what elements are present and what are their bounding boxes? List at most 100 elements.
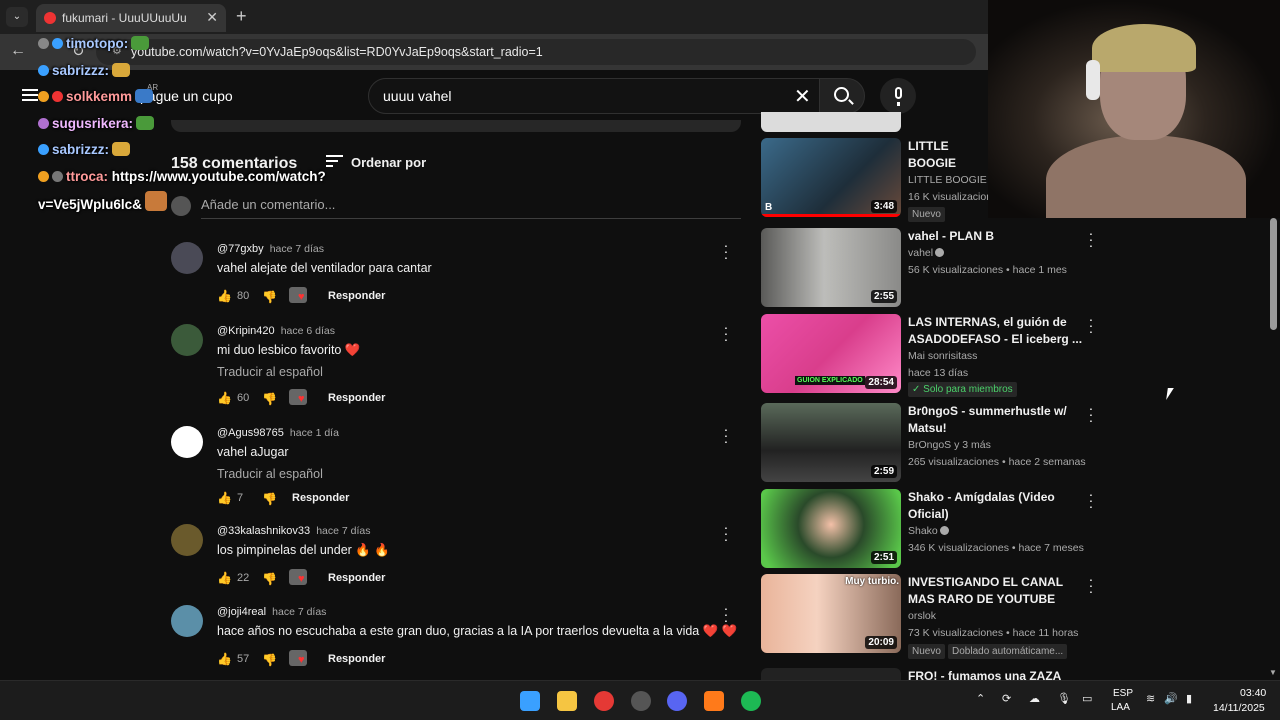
sort-button[interactable]: Ordenar por [351,155,426,170]
translate-link[interactable]: Traducir al español [217,365,323,379]
battery-icon[interactable]: ▮ [1186,692,1192,705]
video-thumbnail[interactable] [761,112,901,132]
video-title[interactable]: LITTLE BOOGIE BOHÍO (VIDEOC [908,138,990,172]
video-item[interactable]: 2:55 vahel - PLAN B vahel 56 K visualiza… [761,226,1101,308]
like-icon[interactable]: 👍 [217,653,232,665]
video-channel[interactable]: LITTLE BOOGIE [908,174,998,186]
avatar[interactable] [171,524,203,556]
url-text[interactable]: youtube.com/watch?v=0YvJaEp9oqs&list=RD0… [131,45,543,59]
video-title[interactable]: FRO! - fumamos una ZAZA [908,668,1088,680]
close-tab-icon[interactable]: ✕ [206,9,218,26]
video-thumbnail[interactable]: 2:51 [761,489,901,568]
video-title[interactable]: INVESTIGANDO EL CANAL MAS RARO DE YOUTUB… [908,574,1088,608]
add-comment-input[interactable]: Añade un comentario... [201,197,741,219]
comment-author[interactable]: @joji4real hace 7 días [217,606,326,618]
video-item[interactable]: 2:51 Shako - Amígdalas (Video Oficial) S… [761,487,1101,569]
reply-button[interactable]: Responder [328,653,385,665]
chrome-icon[interactable] [594,691,614,711]
comment-author[interactable]: @Kripin420 hace 6 días [217,325,335,337]
windows-start-icon[interactable] [520,691,540,711]
dislike-icon[interactable]: 👎 [262,572,277,586]
more-options-icon[interactable]: · · · [1087,226,1095,252]
discord-icon[interactable] [667,691,687,711]
video-title[interactable]: vahel - PLAN B [908,228,1088,245]
video-thumbnail[interactable]: GUION EXPLICADO 28:54 [761,314,901,393]
video-item[interactable]: GUION EXPLICADO 28:54 LAS INTERNAS, el g… [761,312,1101,397]
file-explorer-icon[interactable] [557,691,577,711]
creator-heart-icon [289,389,307,405]
video-item[interactable]: Muy turbio. 20:09 INVESTIGANDO EL CANAL … [761,572,1101,659]
more-options-icon[interactable]: · · · [719,320,733,346]
clock-time[interactable]: 03:40 [1240,687,1266,699]
video-channel[interactable]: Shako [908,525,949,537]
like-icon[interactable]: 👍 [217,572,232,584]
volume-icon[interactable]: 🔊 [1164,692,1178,705]
like-icon[interactable]: 👍 [217,492,232,504]
dislike-icon[interactable]: 👎 [262,392,277,406]
display-icon[interactable]: ▭ [1082,692,1092,705]
video-item[interactable]: FRO! - fumamos una ZAZA [761,668,1101,680]
sort-icon[interactable] [326,155,343,167]
video-channel[interactable]: Mai sonrisitass [908,350,977,362]
tab-search-icon[interactable]: ⌄ [6,7,28,27]
input-language[interactable]: ESP [1113,688,1133,699]
video-thumbnail[interactable]: B 3:48 [761,138,901,217]
hamburger-menu-icon[interactable] [22,89,38,101]
video-channel[interactable]: vahel [908,247,945,259]
video-channel[interactable]: BrOngoS y 3 más [908,439,991,451]
video-thumbnail[interactable]: 2:59 [761,403,901,482]
scrollbar-thumb[interactable] [1270,218,1277,330]
video-thumbnail[interactable]: Muy turbio. 20:09 [761,574,901,653]
video-item[interactable]: 2:59 Br0ngoS - summerhustle w/ Matsu! Br… [761,401,1101,483]
comment-author[interactable]: @77gxby hace 7 días [217,243,324,255]
like-icon[interactable]: 👍 [217,392,232,404]
comment-author[interactable]: @Agus98765 hace 1 día [217,427,339,439]
fl-studio-icon[interactable] [704,691,724,711]
video-thumbnail[interactable] [761,668,901,680]
reply-button[interactable]: Responder [328,392,385,404]
dislike-icon[interactable]: 👎 [262,492,277,506]
cloud-icon[interactable]: ☁ [1029,692,1040,705]
reply-button[interactable]: Responder [292,492,349,504]
keyboard-layout[interactable]: LAA [1111,702,1130,713]
search-query[interactable]: uuuu vahel [383,88,452,104]
more-options-icon[interactable]: · · · [1087,401,1095,427]
sync-icon[interactable]: ⟳ [1002,692,1011,705]
more-options-icon[interactable]: · · · [1087,487,1095,513]
more-options-icon[interactable]: · · · [1087,312,1095,338]
video-title[interactable]: Shako - Amígdalas (Video Oficial) [908,489,1088,523]
browser-tab[interactable]: fukumari - UuuUUuuUu ✕ [36,4,226,32]
video-thumbnail[interactable]: 2:55 [761,228,901,307]
new-tab-icon[interactable]: + [236,6,247,27]
reply-button[interactable]: Responder [328,572,385,584]
video-channel[interactable]: orslok [908,610,936,622]
more-options-icon[interactable]: · · · [719,601,733,627]
back-arrow-icon[interactable]: ← [10,42,26,60]
chevron-up-icon[interactable]: ⌃ [976,692,985,705]
more-options-icon[interactable]: · · · [719,238,733,264]
scroll-down-arrow-icon[interactable]: ▼ [1269,668,1277,677]
wifi-icon[interactable]: ≋ [1146,692,1155,705]
video-title[interactable]: LAS INTERNAS, el guión de ASADODEFASO - … [908,314,1088,348]
spotify-icon[interactable] [741,691,761,711]
comment-author[interactable]: @33kalashnikov33 hace 7 días [217,525,370,537]
obs-icon[interactable] [631,691,651,711]
dislike-icon[interactable]: 👎 [262,290,277,304]
microphone-icon[interactable] [895,87,902,106]
search-icon[interactable] [834,87,849,102]
translate-link[interactable]: Traducir al español [217,467,323,481]
avatar[interactable] [171,324,203,356]
avatar[interactable] [171,426,203,458]
clear-search-icon[interactable]: ✕ [794,84,811,109]
more-options-icon[interactable]: · · · [1087,572,1095,598]
reply-button[interactable]: Responder [328,290,385,302]
avatar[interactable] [171,242,203,274]
like-icon[interactable]: 👍 [217,290,232,302]
more-options-icon[interactable]: · · · [719,520,733,546]
clock-date[interactable]: 14/11/2025 [1213,702,1265,714]
avatar[interactable] [171,605,203,637]
microphone-icon[interactable]: 🎙 [1057,692,1071,705]
more-options-icon[interactable]: · · · [719,422,733,448]
dislike-icon[interactable]: 👎 [262,653,277,667]
video-title[interactable]: Br0ngoS - summerhustle w/ Matsu! [908,403,1088,437]
